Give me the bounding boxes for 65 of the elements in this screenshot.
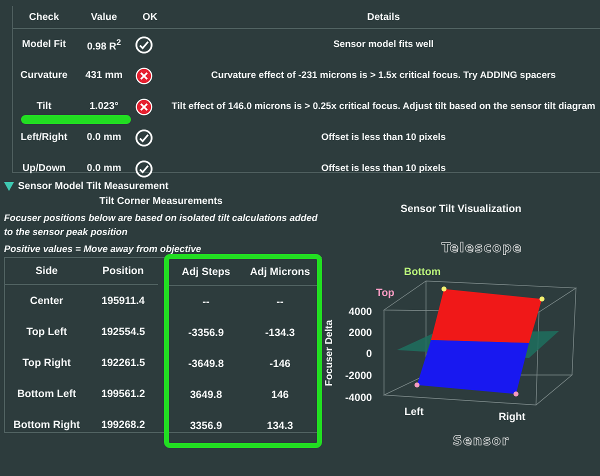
table-cell-text: 192261.5 xyxy=(100,356,146,370)
check-value: 0.98 R$^{2}$ xyxy=(86,36,122,52)
check-details: Sensor model fits well xyxy=(332,39,435,50)
check-name: Model Fit xyxy=(21,39,67,50)
corner-marker xyxy=(414,382,419,388)
check-value: 0.0 mm xyxy=(86,132,122,143)
check-name: Up/Down xyxy=(21,163,67,174)
table-cell-text: 3356.9 xyxy=(188,418,224,434)
plot-heading: Sensor Tilt Visualization xyxy=(400,203,522,215)
table-cell-text: -134.3 xyxy=(264,326,296,340)
table-cell-text: Bottom Right xyxy=(12,418,81,432)
check-value: 431 mm xyxy=(84,70,124,81)
tick-label: 0 xyxy=(366,348,372,360)
check-details: Curvature effect of -231 microns is > 1.5x critical focus. Try ADDING spacers xyxy=(210,70,557,81)
axis-label: Sensor xyxy=(452,434,509,449)
column-header: Details xyxy=(366,12,401,22)
table-title: Tilt Corner Measurements xyxy=(98,196,224,207)
table-cell-text: -- xyxy=(202,294,210,310)
note-text: Focuser positions below are based on isolated tilt calculations added to the sensor peak position xyxy=(4,212,319,240)
table-cell-text: 134.3 xyxy=(266,418,294,434)
table-cell-text: 192554.5 xyxy=(100,324,146,340)
column-header: Adj Microns xyxy=(243,259,317,286)
corner-marker xyxy=(539,296,544,302)
table-cell-text: 146 xyxy=(270,388,290,402)
table-cell-text: -146 xyxy=(268,356,292,372)
column-header: Adj Steps xyxy=(169,259,243,286)
check-details: Offset is less than 10 pixels xyxy=(320,132,447,143)
check-details: Offset is less than 10 pixels xyxy=(320,163,447,174)
table-cell-text: -3649.8 xyxy=(187,356,225,372)
column-header: Side xyxy=(5,258,88,285)
tick-label: -2000 xyxy=(344,370,372,382)
tick-label: Right xyxy=(498,411,525,423)
check-details: Tilt effect of 146.0 microns is > 0.25x critical focus. Adjust tilt based on the sensor tilt diagram xyxy=(170,101,596,112)
table-cell-text: 195911.4 xyxy=(100,294,146,308)
table-cell-text: Center xyxy=(29,294,64,308)
tick-label: -4000 xyxy=(344,392,372,404)
corner-marker xyxy=(513,392,518,396)
check-name: Left/Right xyxy=(20,132,68,143)
table-cell-text: Bottom Left xyxy=(16,386,78,402)
tick-label: Left xyxy=(404,406,424,418)
section-title[interactable]: Sensor Model Tilt Measurement xyxy=(18,180,168,192)
check-value: 0.0 mm xyxy=(86,163,122,174)
check-name: Tilt xyxy=(36,101,52,112)
expand-icon[interactable] xyxy=(4,181,14,191)
table-cell-text: -3356.9 xyxy=(187,326,225,340)
corner-marker xyxy=(441,286,446,292)
column-header: OK xyxy=(142,12,158,22)
table-cell-text: Top Right xyxy=(22,356,72,370)
corner-label: Top xyxy=(376,287,394,299)
note-text: Positive values = Move away from objective xyxy=(4,244,202,255)
tick-label: 4000 xyxy=(348,306,372,318)
column-header: Check xyxy=(28,12,60,22)
check-value: 1.023° xyxy=(88,101,120,112)
tick-label: 2000 xyxy=(348,327,372,339)
column-header: Position xyxy=(88,258,158,285)
table-cell-text: 199268.2 xyxy=(100,418,146,432)
table-cell-text: 199561.2 xyxy=(100,386,146,402)
plot-title: Telescope xyxy=(441,241,522,256)
table-cell-text: 3649.8 xyxy=(188,388,224,402)
column-header: Value xyxy=(90,12,118,22)
table-cell-text: Top Left xyxy=(25,324,68,340)
check-name: Curvature xyxy=(19,70,69,81)
axis-label: Focuser Delta xyxy=(324,320,334,386)
corner-label: Bottom xyxy=(404,266,440,278)
table-cell-text: -- xyxy=(276,294,284,310)
